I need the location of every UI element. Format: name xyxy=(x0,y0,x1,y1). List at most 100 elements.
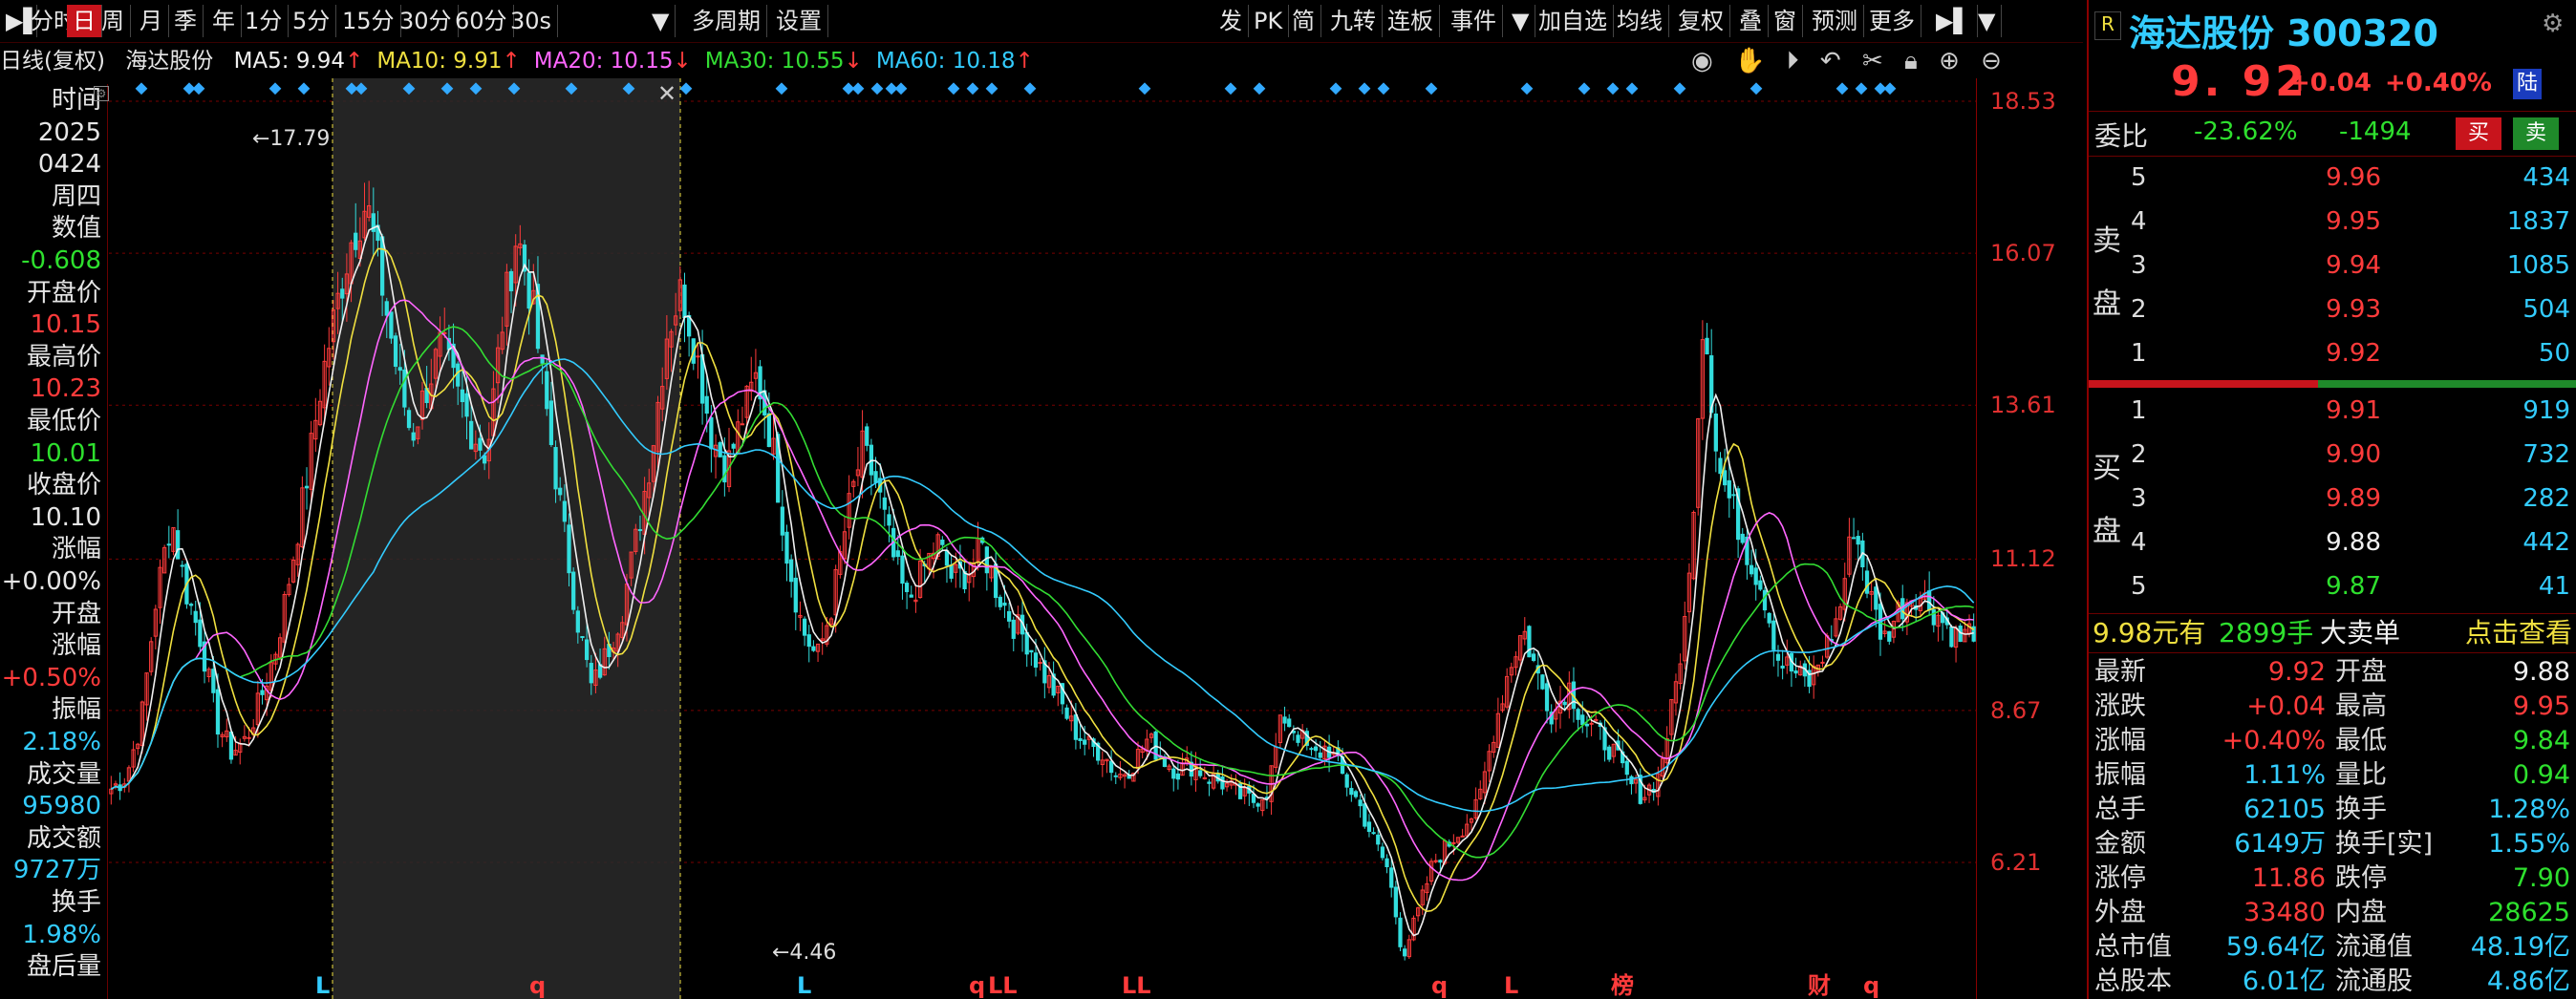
candle-body xyxy=(806,634,811,648)
event-marker[interactable]: LL xyxy=(1122,972,1151,999)
zoom-out-icon[interactable]: ⊖ xyxy=(1981,47,2002,75)
event-marker[interactable]: LL xyxy=(988,972,1018,999)
toolbar-button-6[interactable]: 加自选 xyxy=(1533,5,1614,37)
event-diamond-icon xyxy=(985,82,998,96)
event-marker[interactable]: L xyxy=(315,972,330,999)
toolbar-button-9[interactable]: 叠 xyxy=(1733,5,1769,37)
stats-row: 振幅 1.11% 量比 0.94 xyxy=(2089,758,2576,793)
high-annotation: ←17.79 xyxy=(252,127,330,151)
scissors-icon[interactable]: ✂ xyxy=(1862,47,1883,75)
toolbar-button-11[interactable]: 预测 xyxy=(1806,5,1864,37)
period-tab-7[interactable]: 5分 xyxy=(287,5,337,37)
candle-body xyxy=(1771,620,1776,650)
candle-body xyxy=(1624,760,1629,776)
period-tab-5[interactable]: 年 xyxy=(206,5,242,37)
ask-row[interactable]: 4 9.95 1837 xyxy=(2089,201,2576,243)
sell-button[interactable]: 卖 xyxy=(2513,117,2559,150)
big-order-view-link[interactable]: 点击查看 xyxy=(2465,614,2572,652)
bid-row[interactable]: 4 9.88 442 xyxy=(2089,521,2576,563)
toolbar-button-5[interactable]: 事件 xyxy=(1445,5,1503,37)
bid-row[interactable]: 2 9.90 732 xyxy=(2089,434,2576,476)
ma-arrow: ↑ xyxy=(345,49,364,74)
info-row-17: 涨幅 xyxy=(51,631,101,661)
event-marker[interactable]: q xyxy=(969,972,985,999)
toolbar-button-10[interactable]: 窗 xyxy=(1768,5,1803,37)
expand-right-icon[interactable]: ▶▌ xyxy=(1930,5,1978,37)
period-tab-6[interactable]: 1分 xyxy=(239,5,290,37)
event-marker[interactable]: q xyxy=(1431,972,1448,999)
stat-key: 总手 xyxy=(2094,795,2146,824)
candle-body xyxy=(193,610,198,624)
event-diamond-icon xyxy=(1673,82,1686,96)
period-tab-12[interactable]: 多周期 xyxy=(686,5,767,37)
zoom-in-icon[interactable]: ⊕ xyxy=(1939,47,1960,75)
candle-body xyxy=(1793,670,1798,674)
event-marker[interactable]: L xyxy=(797,972,811,999)
y-tick-label: 13.61 xyxy=(1990,392,2056,419)
toolbar-button-2[interactable]: 简 xyxy=(1286,5,1321,37)
period-tab-8[interactable]: 15分 xyxy=(336,5,401,37)
event-diamond-icon xyxy=(1224,82,1237,96)
gear-icon[interactable]: ⚙ xyxy=(2542,10,2564,38)
event-marker[interactable]: L xyxy=(1504,972,1518,999)
toolbar-button-3[interactable]: 九转 xyxy=(1324,5,1383,37)
candle-body xyxy=(1073,714,1079,740)
ask-row[interactable]: 3 9.94 1085 xyxy=(2089,244,2576,287)
candle-body xyxy=(198,619,203,648)
hand-icon[interactable]: ✋ xyxy=(1734,47,1765,75)
period-tab-11[interactable]: 30s xyxy=(504,5,559,37)
toolbar-button-1[interactable]: PK xyxy=(1248,5,1290,37)
period-tab-4[interactable]: 季 xyxy=(168,5,204,37)
toolbar-button-0[interactable]: 发 xyxy=(1213,5,1249,37)
undo-icon[interactable]: ↶ xyxy=(1820,47,1841,75)
candlestick-chart[interactable]: ✕←17.79←4.46L q Lq LL LL q L 榜财 q xyxy=(109,78,1976,999)
buy-button[interactable]: 买 xyxy=(2456,117,2501,150)
toolbar-button-8[interactable]: 复权 xyxy=(1672,5,1730,37)
bid-row[interactable]: 3 9.89 282 xyxy=(2089,478,2576,520)
stat-key: 跌停 xyxy=(2335,863,2387,893)
big-order-row[interactable]: 9.98元有 2899手 大卖单 点击查看 xyxy=(2089,613,2576,653)
candle-body xyxy=(211,669,216,693)
stat-value: 33480 xyxy=(2243,898,2326,927)
info-row-21: 成交量 xyxy=(26,759,101,789)
bid-row[interactable]: 5 9.87 41 xyxy=(2089,565,2576,607)
toolbar-button-4[interactable]: 连板 xyxy=(1382,5,1440,37)
ma-arrow: ↑ xyxy=(1015,49,1034,74)
candle-body xyxy=(887,514,891,526)
event-dropdown-icon[interactable]: ▼ xyxy=(1506,5,1536,37)
close-selection-icon[interactable]: ✕ xyxy=(657,80,676,107)
panel-settings-icon[interactable]: ⚙ xyxy=(94,86,109,101)
period-tab-3[interactable]: 月 xyxy=(134,5,169,37)
play-icon[interactable]: ⏵ xyxy=(1787,47,1799,75)
candle-body xyxy=(1078,737,1083,741)
candle-body xyxy=(1175,773,1181,780)
period-tab-13[interactable]: 设置 xyxy=(770,5,828,37)
event-marker[interactable]: 榜 xyxy=(1611,972,1634,999)
period-dropdown-icon[interactable]: ▼ xyxy=(646,5,676,37)
candle-body xyxy=(1705,337,1709,355)
chart-mode-label[interactable]: 日线(复权) xyxy=(0,49,105,74)
stat-key: 流通值 xyxy=(2335,932,2413,962)
bid-level: 4 xyxy=(2131,528,2147,557)
info-row-2: 0424 xyxy=(37,150,101,180)
ask-row[interactable]: 5 9.96 434 xyxy=(2089,157,2576,199)
eye-icon[interactable]: ◉ xyxy=(1691,47,1713,75)
bid-row[interactable]: 1 9.91 919 xyxy=(2089,390,2576,432)
toolbar-button-7[interactable]: 均线 xyxy=(1611,5,1669,37)
ask-row[interactable]: 2 9.93 504 xyxy=(2089,288,2576,330)
candle-body xyxy=(558,487,563,496)
candle-body xyxy=(553,447,558,490)
toolbar-button-12[interactable]: 更多 xyxy=(1863,5,1921,37)
event-marker[interactable]: q xyxy=(529,972,546,999)
ask-volume: 1837 xyxy=(2506,207,2570,236)
collapse-panel-icon[interactable]: ▼ xyxy=(1972,5,2003,37)
event-marker[interactable]: q xyxy=(1863,972,1879,999)
period-tab-2[interactable]: 周 xyxy=(96,5,131,37)
candle-body xyxy=(1775,653,1781,661)
lock-icon[interactable]: 🔒︎ xyxy=(1904,47,1918,75)
ask-row[interactable]: 1 9.92 50 xyxy=(2089,332,2576,374)
event-marker[interactable]: 财 xyxy=(1808,972,1831,999)
candle-body xyxy=(1038,662,1042,665)
candle-body xyxy=(1376,834,1381,845)
stat-key: 涨跌 xyxy=(2094,691,2146,721)
